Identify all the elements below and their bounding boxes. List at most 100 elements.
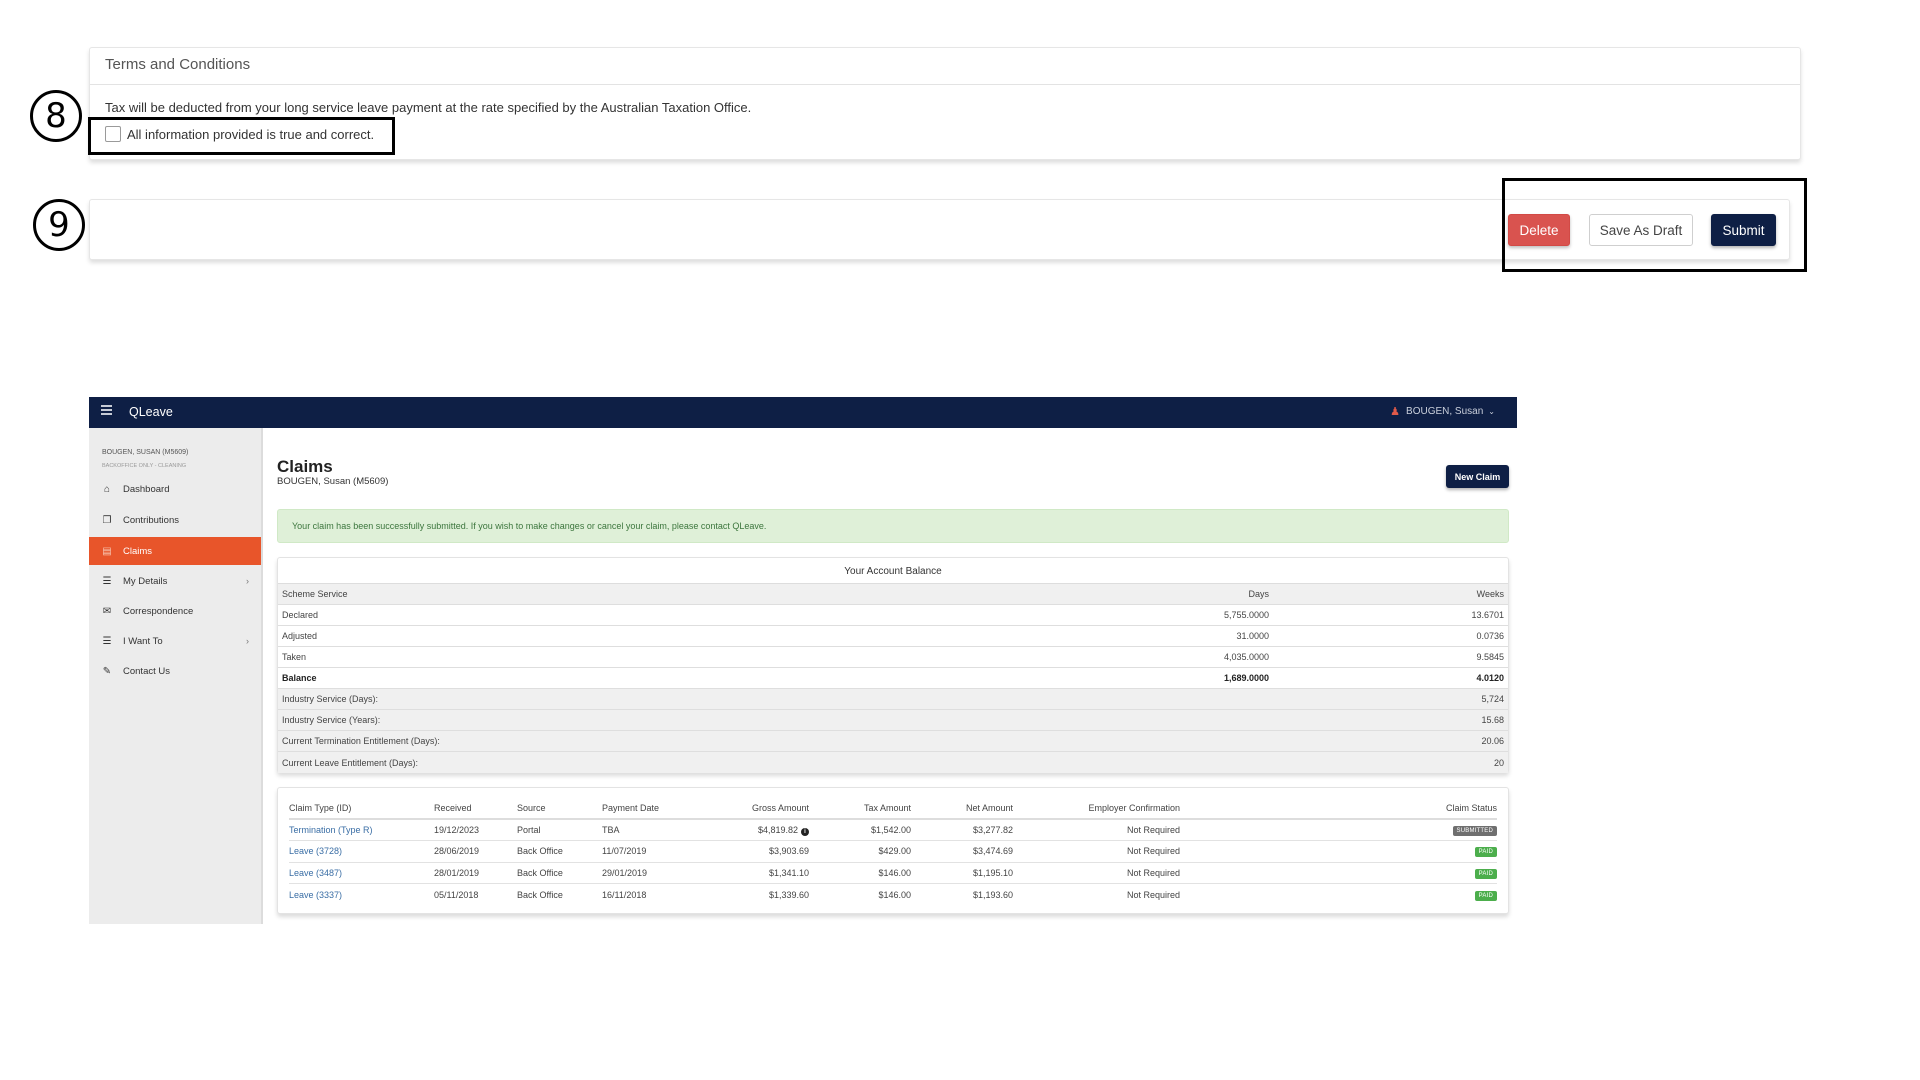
claim-source: Back Office [517,840,602,863]
sidebar-item-claims[interactable]: ▤ Claims [89,537,261,565]
balance-row-weeks: 9.5845 [1476,652,1504,662]
claim-status: PAID [1180,862,1497,884]
claim-tax-amount: $429.00 [809,840,911,863]
claim-received: 28/01/2019 [434,862,517,884]
list-icon: ☰ [102,575,112,587]
list-icon: ☰ [102,635,112,647]
claim-status: PAID [1180,884,1497,906]
claim-payment-date: 16/11/2018 [602,889,647,900]
balance-row-weeks: 4.0120 [1476,673,1504,683]
save-as-draft-button[interactable]: Save As Draft [1589,214,1693,246]
info-icon[interactable]: i [801,827,809,836]
agree-checkbox-row[interactable]: All information provided is true and cor… [105,126,374,142]
claim-net-amount: $3,474.69 [911,840,1013,863]
copy-icon: ❐ [102,514,112,526]
balance-row-label: Balance [282,673,317,683]
claim-gross-amount: $3,903.69 [702,840,809,863]
sidebar: BOUGEN, SUSAN (M5609) BACKOFFICE ONLY - … [89,428,263,924]
claim-type-link[interactable]: Termination (Type R) [289,825,373,835]
claim-received: 28/06/2019 [434,840,517,863]
sidebar-item-contributions[interactable]: ❐ Contributions [89,506,261,534]
sidebar-item-label: Contributions [123,514,179,526]
agree-label: All information provided is true and cor… [127,126,375,142]
balance-row-declared: Declared 5,755.0000 13.6701 [278,605,1508,626]
col-gross-amount: Gross Amount [702,798,809,820]
col-tax-amount: Tax Amount [809,798,911,820]
balance-row-balance: Balance 1,689.0000 4.0120 [278,668,1508,689]
claim-payment-date: 29/01/2019 [602,862,702,884]
sidebar-item-correspondence[interactable]: ✉ Correspondence [89,597,261,625]
balance-row-weeks: 13.6701 [1471,610,1504,620]
status-badge: PAID [1474,847,1497,858]
col-received: Received [434,798,517,820]
step-8-marker: 8 [30,90,82,142]
sidebar-item-label: My Details [123,575,168,587]
sidebar-item-label: Claims [123,545,153,557]
claim-type-link[interactable]: Leave (3728) [289,846,342,856]
col-source: Source [517,798,602,820]
terms-panel: Terms and Conditions Tax will be deducte… [89,47,1801,160]
top-navbar: QLeave ♟ BOUGEN, Susan ⌄ [89,397,1517,428]
account-balance-card: Your Account Balance Scheme Service Days… [277,557,1509,773]
col-net-amount: Net Amount [911,798,1013,820]
claim-type-link[interactable]: Leave (3337) [289,890,342,900]
summary-row-industry-years: Industry Service (Years): 15.68 [278,710,1508,731]
claim-gross-amount: $4,819.82 i [702,819,809,841]
sidebar-item-contact-us[interactable]: ✎ Contact Us [89,657,261,685]
balance-row-label: Taken [282,652,307,662]
sidebar-item-i-want-to[interactable]: ☰ I Want To › [89,627,261,655]
claim-employer-confirmation: Not Required [1013,840,1180,863]
submit-button[interactable]: Submit [1711,214,1776,246]
hamburger-menu-icon[interactable] [101,405,112,416]
page-subtitle: BOUGEN, Susan (M5609) [277,476,389,487]
claims-header-row: Claim Type (ID) Received Source Payment … [289,798,1497,820]
claim-row: Leave (3337) 05/11/2018 Back Office 16/11/2… [289,884,1497,906]
chevron-right-icon: › [246,636,249,646]
gross-value: $3,903.69 [768,846,809,857]
claim-gross-amount: $1,339.60 [702,884,809,906]
sidebar-item-dashboard[interactable]: ⌂ Dashboard [89,475,261,503]
home-icon: ⌂ [103,483,111,495]
status-badge: PAID [1474,890,1497,901]
claim-net-amount: $3,277.82 [911,819,1013,841]
balance-row-adjusted: Adjusted 31.0000 0.0736 [278,626,1508,647]
balance-row-taken: Taken 4,035.0000 9.5845 [278,647,1508,668]
summary-value: 15.68 [1481,715,1504,725]
claim-tax-amount: $146.00 [809,862,911,884]
pencil-icon: ✎ [102,665,112,677]
delete-button[interactable]: Delete [1508,214,1570,246]
claim-source: Back Office [517,889,563,900]
balance-header-days: Days [1248,589,1269,599]
col-payment-date: Payment Date [602,798,702,820]
balance-header-weeks: Weeks [1476,589,1504,599]
claim-status: PAID [1180,840,1497,863]
claims-table: Claim Type (ID) Received Source Payment … [289,798,1497,905]
sidebar-user-name: BOUGEN, SUSAN (M5609) [102,449,189,456]
success-alert: Your claim has been successfully submitt… [277,509,1509,543]
claim-type-link[interactable]: Leave (3487) [289,868,342,878]
sidebar-item-label: Dashboard [123,483,170,495]
gross-value: $1,339.60 [768,889,809,900]
claim-source: Back Office [517,862,602,884]
terms-title: Terms and Conditions [90,48,1800,85]
summary-row-industry-days: Industry Service (Days): 5,724 [278,689,1508,710]
summary-row-leave-entitlement: Current Leave Entitlement (Days): 20 [278,752,1508,773]
gross-value: $4,819.82 [757,824,798,835]
summary-label: Industry Service (Days): [282,694,379,704]
claim-tax-amount: $146.00 [878,889,911,900]
sidebar-item-my-details[interactable]: ☰ My Details › [89,567,261,595]
agree-checkbox[interactable] [105,126,121,142]
claim-received: 19/12/2023 [434,819,517,841]
claims-icon: ▤ [102,545,112,557]
step-9-marker: 9 [33,199,85,251]
claim-row: Termination (Type R) 19/12/2023 Portal TBA $… [289,819,1497,841]
claims-table-card: Claim Type (ID) Received Source Payment … [277,787,1509,914]
new-claim-button[interactable]: New Claim [1446,465,1509,488]
balance-header-row: Scheme Service Days Weeks [278,584,1508,605]
user-menu[interactable]: ♟ BOUGEN, Susan ⌄ [1390,405,1495,418]
claim-employer-confirmation: Not Required [1013,819,1180,841]
sidebar-item-label: I Want To [123,635,163,647]
balance-header-label: Scheme Service [282,589,348,599]
account-balance-title: Your Account Balance [278,558,1508,584]
page-title: Claims [277,457,333,476]
